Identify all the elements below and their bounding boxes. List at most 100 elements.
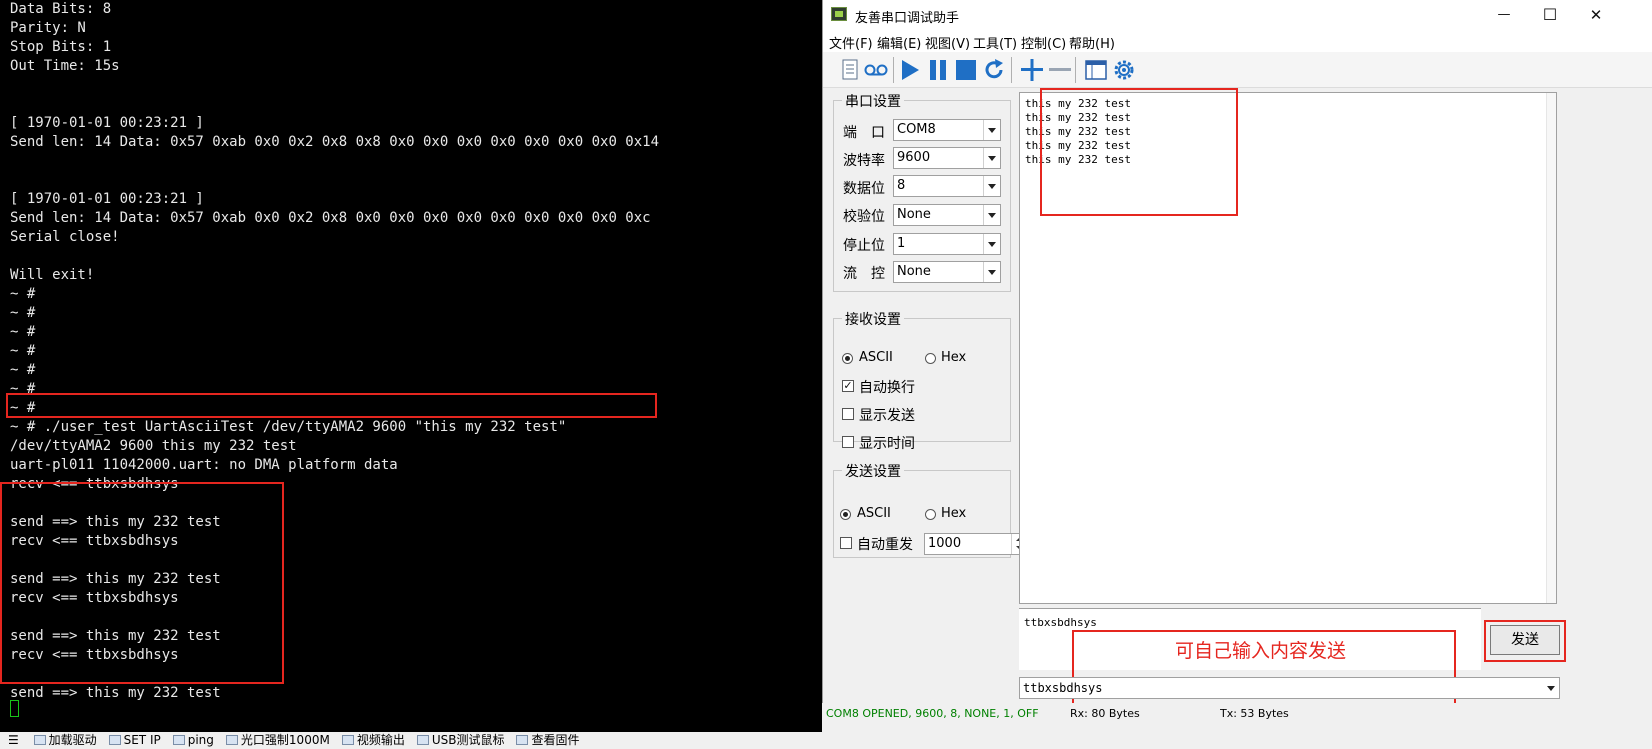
command-icon	[33, 735, 46, 745]
recv-ascii-radio[interactable]	[842, 353, 853, 364]
toolbar-separator	[1011, 57, 1012, 83]
show-send-checkbox[interactable]	[842, 408, 854, 420]
terminal-line: Data Bits: 8	[10, 1, 112, 17]
maximize-button[interactable]: ☐	[1527, 0, 1573, 30]
receive-text-content: this my 232 test this my 232 test this my …	[1025, 97, 1131, 167]
quick-command-button[interactable]: 加载驱动	[30, 732, 97, 749]
quick-command-button[interactable]: USB测试鼠标	[413, 732, 504, 749]
quick-command-button[interactable]: 查看固件	[512, 732, 580, 749]
chevron-down-icon	[983, 234, 1000, 254]
terminal-panel[interactable]: Data Bits: 8 Parity: N Stop Bits: 1 Out Tim…	[0, 0, 822, 732]
show-time-checkbox[interactable]	[842, 436, 854, 448]
parity-select[interactable]: None	[893, 204, 1001, 226]
auto-resend-checkbox[interactable]	[840, 537, 852, 549]
quick-command-label: ping	[187, 733, 214, 747]
terminal-line: ~ #	[10, 400, 36, 416]
send-hex-radio[interactable]	[925, 509, 936, 520]
terminal-line: Stop Bits: 1	[10, 39, 112, 55]
recv-ascii-label: ASCII	[859, 350, 893, 365]
flow-select[interactable]: None	[893, 261, 1001, 283]
plus-icon[interactable]	[1019, 57, 1045, 83]
serial-settings-title: 串口设置	[842, 91, 904, 111]
terminal-output: Data Bits: 8 Parity: N Stop Bits: 1 Out Tim…	[10, 0, 659, 703]
auto-newline-checkbox[interactable]: ✓	[842, 380, 854, 392]
terminal-line: ~ #	[10, 381, 36, 397]
menu-tools[interactable]: 工具(T)	[973, 33, 1017, 52]
menu-view[interactable]: 视图(V)	[925, 33, 970, 52]
port-label: 端 口	[843, 125, 885, 141]
history-value: ttbxsbdhsys	[1023, 681, 1103, 695]
quick-command-button[interactable]: SET IP	[105, 732, 161, 749]
quick-command-label: 视频输出	[356, 733, 405, 747]
gear-icon[interactable]	[1111, 57, 1137, 83]
send-button[interactable]: 发送	[1490, 625, 1560, 655]
port-select[interactable]: COM8	[893, 119, 1001, 141]
app-icon	[831, 7, 847, 21]
rx-count: Rx: 80 Bytes	[1070, 707, 1140, 720]
minus-icon[interactable]	[1047, 57, 1073, 83]
send-hex-label: Hex	[941, 506, 967, 521]
resend-interval-value: 1000	[928, 536, 962, 551]
menu-edit[interactable]: 编辑(E)	[877, 33, 921, 52]
stopbits-label: 停止位	[843, 238, 885, 254]
command-icon	[225, 735, 238, 745]
stop-icon[interactable]	[953, 57, 979, 83]
menu-control[interactable]: 控制(C)	[1021, 33, 1066, 52]
window-title: 友善串口调试助手	[855, 11, 960, 26]
parity-label: 校验位	[843, 209, 885, 225]
toolbar-separator	[893, 57, 894, 83]
show-send-label: 显示发送	[859, 408, 915, 424]
terminal-quick-command-bar: ☰ 加载驱动 SET IP ping 光口强制1000M 视频输出 USB测试鼠标 查看固件	[0, 732, 822, 749]
terminal-line: [ 1970-01-01 00:23:21 ]	[10, 115, 204, 131]
stopbits-select[interactable]: 1	[893, 233, 1001, 255]
refresh-icon[interactable]	[981, 57, 1007, 83]
receive-scrollbar[interactable]	[1546, 93, 1556, 603]
terminal-line: ~ #	[10, 286, 36, 302]
tx-count: Tx: 53 Bytes	[1220, 707, 1289, 720]
close-button[interactable]: ✕	[1573, 0, 1619, 30]
terminal-line: /dev/ttyAMA2 9600 this my 232 test	[10, 438, 297, 454]
recv-hex-radio[interactable]	[925, 353, 936, 364]
send-history-select[interactable]: ttbxsbdhsys	[1019, 677, 1560, 699]
receive-line: this my 232 test	[1025, 153, 1131, 166]
window-icon[interactable]	[1083, 57, 1109, 83]
minimize-button[interactable]: —	[1481, 0, 1527, 30]
quick-command-label: SET IP	[123, 733, 161, 747]
receive-text-area[interactable]: this my 232 test this my 232 test this my …	[1019, 92, 1557, 604]
menu-help[interactable]: 帮助(H)	[1069, 33, 1115, 52]
terminal-line: ~ #	[10, 305, 36, 321]
terminal-line: send ==> this my 232 test	[10, 685, 221, 701]
send-text-content: ttbxsbdhsys	[1024, 616, 1097, 629]
quick-command-button[interactable]: 光口强制1000M	[222, 732, 330, 749]
port-status-text: COM8 OPENED, 9600, 8, NONE, 1, OFF	[826, 707, 1039, 720]
chevron-down-icon	[983, 148, 1000, 168]
receive-line: this my 232 test	[1025, 97, 1131, 110]
menu-file[interactable]: 文件(F)	[829, 33, 873, 52]
title-bar: 友善串口调试助手 — ☐ ✕	[823, 0, 1652, 30]
command-icon	[341, 735, 354, 745]
port-value: COM8	[897, 122, 936, 137]
play-icon[interactable]	[897, 57, 923, 83]
databits-select[interactable]: 8	[893, 175, 1001, 197]
quick-command-button[interactable]: ping	[169, 732, 214, 749]
baud-select[interactable]: 9600	[893, 147, 1001, 169]
record-icon[interactable]	[863, 57, 889, 83]
send-ascii-radio[interactable]	[840, 509, 851, 520]
recv-settings-title: 接收设置	[842, 309, 904, 329]
terminal-cursor	[10, 700, 19, 717]
terminal-line: Parity: N	[10, 20, 86, 36]
menu-bar: 文件(F) 编辑(E) 视图(V) 工具(T) 控制(C) 帮助(H)	[823, 30, 1652, 52]
terminal-line: uart-pl011 11042000.uart: no DMA platfor…	[10, 457, 398, 473]
resend-interval-spinner[interactable]: 1000	[924, 533, 1029, 555]
terminal-line: recv <== ttbxsbdhsys	[10, 533, 179, 549]
document-icon[interactable]	[837, 57, 863, 83]
auto-newline-label: 自动换行	[859, 380, 915, 396]
pause-icon[interactable]	[925, 57, 951, 83]
stopbits-value: 1	[897, 236, 906, 251]
quick-command-button[interactable]: 视频输出	[338, 732, 405, 749]
